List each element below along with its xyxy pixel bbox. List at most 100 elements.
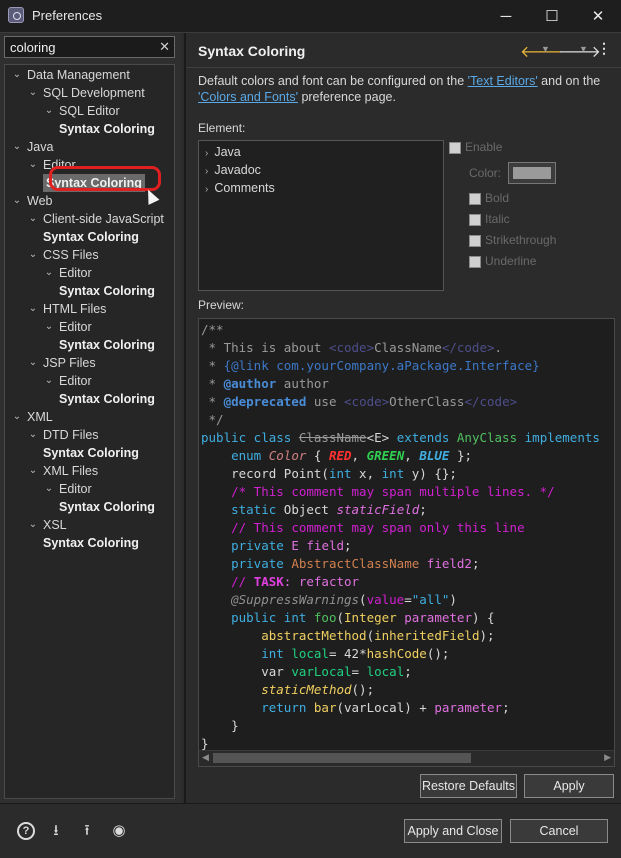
code-token: * (201, 376, 224, 391)
chevron-down-icon[interactable]: ⌄ (43, 372, 55, 390)
filter-input[interactable] (5, 37, 160, 57)
code-token: ; (419, 502, 427, 517)
minimize-button[interactable]: ─ (483, 0, 529, 32)
code-token: E (291, 538, 307, 553)
code-token: parameter (404, 610, 472, 625)
tree-item-label: Data Management (27, 68, 130, 82)
text-editors-link[interactable]: 'Text Editors' (468, 74, 538, 88)
chevron-down-icon[interactable]: ⌄ (11, 66, 23, 84)
code-token: extends (396, 430, 457, 445)
italic-checkbox[interactable] (469, 214, 481, 226)
scroll-thumb[interactable] (213, 753, 471, 763)
code-token: staticField (336, 502, 420, 517)
apply-and-close-button[interactable]: Apply and Close (404, 819, 502, 843)
code-token: <code> (328, 340, 375, 355)
code-token: public (231, 610, 284, 625)
element-label: Element: (198, 121, 246, 135)
bold-label: Bold (485, 191, 510, 205)
clear-filter-icon[interactable]: ✕ (159, 39, 170, 55)
code-token: var (261, 664, 292, 679)
chevron-down-icon[interactable]: ⌄ (27, 156, 39, 174)
back-dropdown-icon[interactable]: ▼ (541, 44, 550, 54)
chevron-down-icon[interactable]: ⌄ (27, 300, 39, 318)
import-icon[interactable]: ⭳ (47, 822, 65, 840)
code-line: * @deprecated use <code>OtherClass</code… (201, 393, 600, 411)
code-token: </code> (464, 394, 518, 409)
code-line: /** (201, 321, 600, 339)
highlight-ring (49, 166, 161, 191)
code-token: , (404, 448, 420, 463)
tree-item-label: Editor (59, 482, 92, 496)
export-icon[interactable]: ⭱ (78, 822, 96, 840)
chevron-down-icon[interactable]: ⌄ (27, 426, 39, 444)
element-label: Comments (214, 181, 275, 195)
bold-checkbox[interactable] (469, 193, 481, 205)
element-label: Javadoc (214, 163, 261, 177)
maximize-button[interactable]: ☐ (529, 0, 575, 32)
chevron-down-icon[interactable]: ⌄ (27, 84, 39, 102)
horizontal-scrollbar[interactable]: ◀ ▶ (199, 750, 614, 766)
code-line: record Point(int x, int y) {}; (201, 465, 600, 483)
chevron-down-icon[interactable]: ⌄ (27, 354, 39, 372)
code-line: static Object staticField; (201, 501, 600, 519)
chevron-down-icon[interactable]: ⌄ (43, 318, 55, 336)
code-token: }; (449, 448, 472, 463)
chevron-right-icon[interactable]: › (205, 184, 208, 195)
code-token: Object (283, 502, 337, 517)
code-line: @SuppressWarnings(value="all") (201, 591, 600, 609)
chevron-down-icon[interactable]: ⌄ (43, 264, 55, 282)
underline-checkbox[interactable] (469, 256, 481, 268)
forward-dropdown-icon[interactable]: ▼ (579, 44, 588, 54)
element-list-item[interactable]: › Java (205, 143, 241, 161)
view-menu-icon[interactable]: ⋮ (597, 40, 611, 57)
scroll-left-icon[interactable]: ◀ (202, 752, 209, 763)
code-token: @deprecated (223, 394, 307, 409)
element-list[interactable]: › Java › Javadoc › Comments (198, 140, 444, 291)
enable-checkbox[interactable] (449, 142, 461, 154)
chevron-right-icon[interactable]: › (205, 148, 208, 159)
code-token: hashCode (366, 646, 427, 661)
chevron-down-icon[interactable]: ⌄ (43, 480, 55, 498)
desc-text: preference page. (297, 90, 396, 104)
chevron-down-icon[interactable]: ⌄ (27, 246, 39, 264)
tree-item-label: Syntax Coloring (59, 392, 155, 406)
element-list-item[interactable]: › Comments (205, 179, 275, 197)
close-button[interactable]: ✕ (575, 0, 621, 32)
desc-text: Default colors and font can be configure… (198, 74, 468, 88)
code-token: ; (404, 664, 412, 679)
code-preview[interactable]: /** * This is about <code>ClassName</cod… (198, 318, 615, 767)
record-icon[interactable]: ◉ (110, 822, 128, 840)
chevron-right-icon[interactable]: › (205, 166, 208, 177)
chevron-down-icon[interactable]: ⌄ (11, 138, 23, 156)
code-token: RED (328, 448, 352, 463)
code-token: ( (366, 628, 375, 643)
code-token: int (381, 466, 405, 481)
element-list-item[interactable]: › Javadoc (205, 161, 261, 179)
chevron-down-icon[interactable]: ⌄ (27, 516, 39, 534)
code-token: field (306, 538, 345, 553)
color-picker-button[interactable] (508, 162, 556, 184)
code-line: // TASK: refactor (201, 573, 600, 591)
chevron-down-icon[interactable]: ⌄ (11, 408, 23, 426)
tree-item-label: Editor (59, 374, 92, 388)
code-token: = (404, 592, 412, 607)
tree-item-label: Syntax Coloring (43, 446, 139, 460)
scroll-right-icon[interactable]: ▶ (604, 752, 611, 763)
tree-item-label: Syntax Coloring (59, 284, 155, 298)
restore-defaults-button[interactable]: Restore Defaults (420, 774, 517, 798)
chevron-down-icon[interactable]: ⌄ (27, 462, 39, 480)
page-title: Syntax Coloring (198, 43, 306, 59)
apply-button[interactable]: Apply (524, 774, 614, 798)
chevron-down-icon[interactable]: ⌄ (27, 210, 39, 228)
code-token: } (201, 736, 209, 751)
strikethrough-checkbox[interactable] (469, 235, 481, 247)
element-label: Java (214, 145, 241, 159)
code-token: int (328, 466, 352, 481)
cancel-button[interactable]: Cancel (510, 819, 608, 843)
colors-fonts-link[interactable]: 'Colors and Fonts' (198, 90, 298, 104)
help-icon[interactable]: ? (17, 822, 35, 840)
chevron-down-icon[interactable]: ⌄ (43, 102, 55, 120)
chevron-down-icon[interactable]: ⌄ (11, 192, 23, 210)
